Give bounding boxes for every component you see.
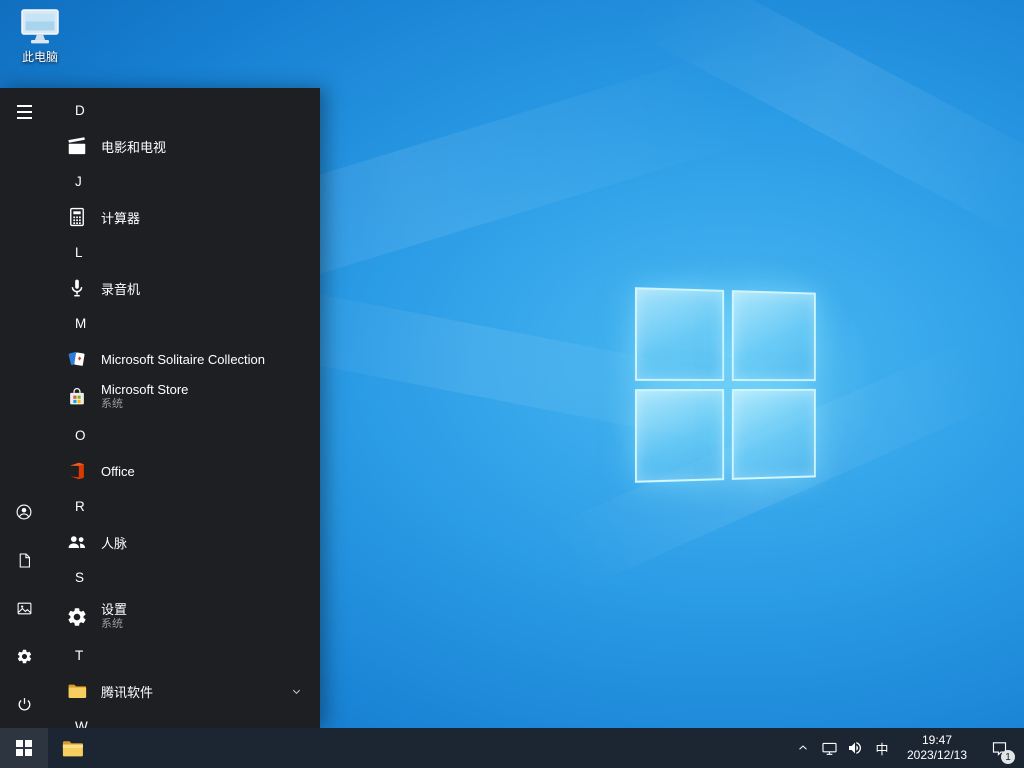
- app-item-people[interactable]: 人脉: [48, 525, 320, 559]
- taskbar: 中 19:47 2023/12/13 1: [0, 728, 1024, 768]
- rail-spacer: [0, 136, 48, 488]
- start-menu-app-list: D 电影和电视 J 计算器 L 录音机 M Microsoft Solitair…: [48, 88, 320, 728]
- app-item-calculator[interactable]: 计算器: [48, 200, 320, 234]
- section-letter-o[interactable]: O: [48, 417, 320, 454]
- section-letter-r[interactable]: R: [48, 488, 320, 525]
- logo-pane: [634, 389, 725, 483]
- start-menu: D 电影和电视 J 计算器 L 录音机 M Microsoft Solitair…: [0, 88, 320, 728]
- document-icon: [19, 552, 30, 568]
- account-button[interactable]: [0, 488, 48, 536]
- app-sublabel: 系统: [101, 617, 123, 630]
- section-letter-s[interactable]: S: [48, 559, 320, 596]
- power-icon: [18, 697, 30, 710]
- logo-pane: [634, 287, 725, 381]
- section-letter-w[interactable]: W: [48, 708, 320, 728]
- gear-icon: [64, 604, 90, 630]
- app-item-microsoft-store[interactable]: Microsoft Store 系统: [48, 376, 320, 417]
- folder-icon: [64, 678, 90, 704]
- tray-show-hidden-icons-button[interactable]: [790, 728, 816, 768]
- solitaire-cards-icon: [64, 346, 90, 372]
- app-label: 腾讯软件: [101, 684, 154, 700]
- logo-pane: [731, 290, 816, 382]
- documents-button[interactable]: [0, 536, 48, 584]
- chevron-up-icon: [799, 745, 807, 750]
- chevron-down-icon: [291, 686, 310, 697]
- tray-volume-button[interactable]: [842, 728, 868, 768]
- app-item-voice-recorder[interactable]: 录音机: [48, 271, 320, 305]
- tray-network-button[interactable]: [816, 728, 842, 768]
- hamburger-icon: [16, 105, 32, 119]
- app-sublabel: 系统: [101, 397, 123, 410]
- app-label: Microsoft Solitaire Collection: [101, 351, 266, 367]
- user-icon: [16, 504, 32, 520]
- microphone-icon: [64, 275, 90, 301]
- tray-ime-button[interactable]: 中: [868, 728, 896, 768]
- notification-badge: 1: [1001, 750, 1015, 764]
- windows-logo-icon: [15, 739, 33, 757]
- pictures-button[interactable]: [0, 584, 48, 632]
- folder-icon: [62, 740, 83, 756]
- section-letter-d[interactable]: D: [48, 92, 320, 129]
- windows-hero-logo: [634, 287, 816, 483]
- tray-clock-button[interactable]: 19:47 2023/12/13: [896, 728, 978, 768]
- app-label: 电影和电视: [101, 139, 167, 155]
- section-letter-m[interactable]: M: [48, 305, 320, 342]
- section-letter-l[interactable]: L: [48, 234, 320, 271]
- computer-icon: [21, 9, 59, 44]
- ime-mode-label: 中: [875, 741, 889, 757]
- app-label: 计算器: [101, 210, 141, 226]
- desktop-icon-this-pc[interactable]: 此电脑: [11, 8, 69, 65]
- settings-button[interactable]: [0, 632, 48, 680]
- app-item-tencent-folder[interactable]: 腾讯软件: [48, 674, 320, 708]
- store-bag-icon: [64, 384, 90, 410]
- app-item-solitaire[interactable]: Microsoft Solitaire Collection: [48, 342, 320, 376]
- office-icon: [64, 458, 90, 484]
- app-label: Office: [101, 463, 135, 479]
- gear-icon: [17, 649, 31, 663]
- network-icon: [821, 742, 837, 755]
- app-label: Microsoft Store: [101, 382, 189, 398]
- calculator-icon: [64, 204, 90, 230]
- pictures-icon: [17, 602, 31, 614]
- file-explorer-button[interactable]: [48, 728, 96, 768]
- start-menu-rail: [0, 88, 48, 728]
- clock-time: 19:47: [921, 733, 953, 747]
- action-center-button[interactable]: 1: [978, 728, 1020, 768]
- system-tray: 中 19:47 2023/12/13 1: [790, 728, 1024, 768]
- power-button[interactable]: [0, 680, 48, 728]
- section-letter-j[interactable]: J: [48, 163, 320, 200]
- app-label: 人脉: [101, 535, 128, 551]
- logo-pane: [731, 388, 816, 480]
- people-icon: [64, 529, 90, 555]
- app-item-office[interactable]: Office: [48, 454, 320, 488]
- app-item-movies-tv[interactable]: 电影和电视: [48, 129, 320, 163]
- movies-tv-icon: [64, 133, 90, 159]
- desktop-icon-label: 此电脑: [21, 50, 58, 64]
- start-menu-expand-button[interactable]: [0, 88, 48, 136]
- start-button[interactable]: [0, 728, 48, 768]
- app-item-settings[interactable]: 设置 系统: [48, 596, 320, 637]
- section-letter-t[interactable]: T: [48, 637, 320, 674]
- app-label: 录音机: [101, 281, 141, 297]
- app-label: 设置: [101, 602, 128, 618]
- speaker-icon: [849, 742, 861, 754]
- clock-date: 2023/12/13: [906, 748, 968, 762]
